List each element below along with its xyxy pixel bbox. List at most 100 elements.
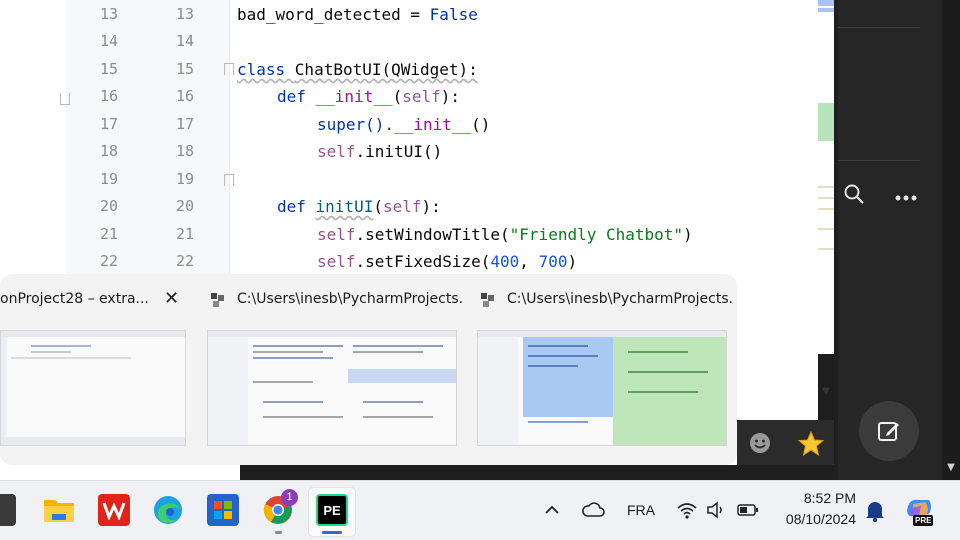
- scroll-marker: [818, 228, 834, 230]
- code-token: ChatBotUI(QWidget):: [294, 60, 478, 79]
- search-icon[interactable]: [843, 183, 865, 205]
- code-token: self: [317, 142, 356, 161]
- line-number: 13: [175, 5, 194, 23]
- scroll-marker: [818, 186, 834, 188]
- emoji-icon[interactable]: [748, 431, 772, 455]
- screen: ▼ 13 13 14 14 15 15 16 16 17 17 18 18 19…: [0, 0, 960, 540]
- microsoft-store-icon[interactable]: [207, 494, 239, 526]
- code-line-13[interactable]: bad_word_detected = False: [237, 1, 478, 28]
- code-token: (): [471, 115, 491, 134]
- code-token: def: [277, 197, 316, 216]
- file-explorer-icon[interactable]: [43, 494, 75, 526]
- edge-browser-icon[interactable]: [152, 494, 184, 526]
- code-token: self: [402, 87, 441, 106]
- line-number: 21: [175, 225, 194, 243]
- code-token: (: [392, 87, 403, 106]
- star-icon[interactable]: [797, 430, 825, 458]
- line-number: 18: [175, 142, 194, 160]
- code-line-22[interactable]: self.setFixedSize(400, 700): [317, 248, 577, 275]
- window-title: C:\Users\inesb\PycharmProjects...: [507, 291, 732, 307]
- code-token: .setFixedSize(: [355, 252, 491, 271]
- code-token: self: [382, 197, 422, 216]
- code-line-16[interactable]: def __init__(self):: [277, 83, 460, 110]
- pycharm-label: PE: [323, 502, 341, 518]
- line-number: 15: [175, 60, 194, 78]
- running-indicator: [275, 531, 282, 534]
- line-number: 22: [175, 252, 194, 270]
- pycharm-icon[interactable]: PE: [316, 494, 348, 526]
- code-token: self: [317, 252, 356, 271]
- line-number: 16: [175, 87, 194, 105]
- code-token: class: [237, 60, 295, 79]
- code-line-20[interactable]: def initUI(self):: [277, 193, 441, 220]
- editor-scrollbar[interactable]: [818, 0, 834, 354]
- desktop-area: [240, 465, 834, 480]
- code-token: ): [567, 252, 578, 271]
- onedrive-cloud-icon[interactable]: [581, 500, 605, 520]
- code-token: False: [429, 5, 478, 24]
- notification-bell-icon[interactable]: [864, 499, 886, 523]
- line-number: 13: [99, 5, 118, 23]
- scroll-marker: [818, 197, 834, 199]
- code-token: ):: [421, 197, 441, 216]
- line-number: 21: [99, 225, 118, 243]
- copilot-badge: PRE: [913, 515, 934, 526]
- close-icon[interactable]: ✕: [164, 288, 179, 309]
- window-thumbnail[interactable]: C:\Users\inesb\PycharmProjects...: [470, 274, 737, 465]
- scroll-marker: [818, 103, 834, 141]
- code-token: ,: [519, 252, 539, 271]
- wps-office-icon[interactable]: [98, 494, 130, 526]
- more-options-icon[interactable]: [894, 186, 920, 201]
- code-token: bad_word_detected: [237, 5, 401, 24]
- code-line-18[interactable]: self.initUI(): [317, 138, 442, 165]
- code-token: super().: [317, 115, 395, 134]
- line-number: 14: [99, 32, 118, 50]
- clock-time[interactable]: 8:52 PM: [778, 490, 856, 506]
- pycharm-icon: [211, 292, 225, 307]
- code-line-17[interactable]: super().__init__(): [317, 111, 490, 138]
- volume-icon[interactable]: [706, 500, 726, 520]
- line-number: 17: [175, 115, 194, 133]
- battery-icon[interactable]: [737, 502, 759, 518]
- code-token: initUI: [315, 197, 374, 216]
- scroll-down-arrow-icon[interactable]: ▼: [818, 386, 834, 400]
- clock-date[interactable]: 08/10/2024: [772, 511, 856, 527]
- app-icon[interactable]: [0, 494, 16, 526]
- compose-icon: [878, 422, 899, 441]
- line-number: 18: [99, 142, 118, 160]
- notification-badge: 1: [281, 489, 298, 506]
- window-thumbnail[interactable]: onProject28 – extra... ✕: [0, 274, 200, 465]
- fold-marker-icon[interactable]: [224, 174, 234, 186]
- compose-button[interactable]: [859, 401, 919, 461]
- code-token: __init__: [394, 115, 472, 134]
- window-preview: [477, 330, 727, 446]
- line-number: 14: [175, 32, 194, 50]
- scroll-down-arrow-icon[interactable]: ▼: [943, 462, 959, 474]
- code-token: 400: [490, 252, 520, 271]
- line-number: 19: [99, 170, 118, 188]
- window-title: C:\Users\inesb\PycharmProjects...: [237, 291, 462, 307]
- divider: [838, 27, 920, 28]
- fold-marker-icon[interactable]: [60, 93, 70, 105]
- code-token: .initUI(): [355, 142, 443, 161]
- code-token: self: [317, 225, 356, 244]
- scroll-marker: [818, 8, 834, 12]
- code-line-21[interactable]: self.setWindowTitle("Friendly Chatbot"): [317, 221, 693, 248]
- window-thumbnail[interactable]: C:\Users\inesb\PycharmProjects...: [200, 274, 466, 465]
- code-line-15[interactable]: class ChatBotUI(QWidget):: [237, 56, 478, 83]
- wifi-icon[interactable]: [676, 500, 698, 520]
- line-number: 20: [175, 197, 194, 215]
- code-token: ):: [440, 87, 461, 106]
- code-token: ): [683, 225, 693, 244]
- window-title: onProject28 – extra...: [0, 291, 149, 307]
- desktop-area: [0, 465, 240, 480]
- side-panel-scrollbar[interactable]: [942, 0, 960, 480]
- chevron-up-icon[interactable]: [544, 500, 560, 520]
- code-token: 700: [538, 252, 568, 271]
- code-token: .setWindowTitle(: [355, 225, 510, 244]
- line-number: 22: [99, 252, 118, 270]
- input-language[interactable]: FRA: [627, 502, 655, 518]
- fold-marker-icon[interactable]: [224, 63, 234, 75]
- taskbar: [0, 480, 960, 540]
- window-preview: [207, 330, 457, 446]
